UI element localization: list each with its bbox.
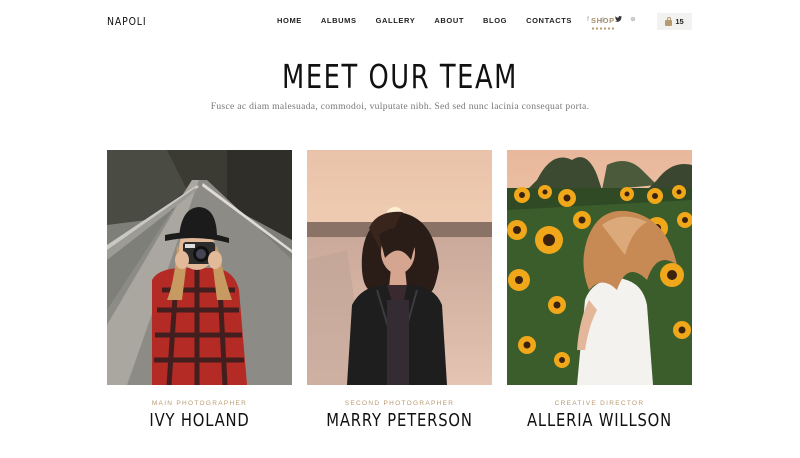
facebook-icon[interactable]: f — [585, 16, 591, 23]
twitter-icon[interactable] — [615, 16, 622, 23]
team-role: CREATIVE DIRECTOR — [554, 400, 645, 407]
cart-button[interactable]: 15 — [657, 13, 692, 30]
team-photo-ivy[interactable] — [107, 150, 292, 385]
cart-count: 15 — [675, 17, 684, 26]
site-header: NAPOLI HOME ALBUMS GALLERY ABOUT BLOG CO… — [0, 0, 800, 42]
team-role: MAIN PHOTOGRAPHER — [151, 400, 248, 407]
nav-item-gallery[interactable]: GALLERY — [376, 16, 416, 25]
nav-item-about[interactable]: ABOUT — [434, 16, 464, 25]
dribbble-icon[interactable]: ⊕ — [630, 16, 636, 23]
nav-item-albums[interactable]: ALBUMS — [321, 16, 357, 25]
shopping-bag-icon — [665, 16, 673, 26]
team-card: SECOND PHOTOGRAPHER MARRY PETERSON — [307, 150, 492, 431]
team-name[interactable]: IVY HOLAND — [124, 410, 276, 431]
team-card: CREATIVE DIRECTOR ALLERIA WILLSON — [507, 150, 692, 431]
page-subtitle: Fusce ac diam malesuada, commodoi, vulpu… — [210, 101, 590, 112]
nav-item-contacts[interactable]: CONTACTS — [526, 16, 572, 25]
team-name[interactable]: ALLERIA WILLSON — [524, 410, 676, 431]
team-photo-alleria[interactable] — [507, 150, 692, 385]
page-title: MEET OUR TEAM — [282, 57, 518, 96]
nav-item-home[interactable]: HOME — [277, 16, 302, 25]
team-name[interactable]: MARRY PETERSON — [324, 410, 476, 431]
social-links: f p ⊕ — [585, 16, 636, 23]
team-role: SECOND PHOTOGRAPHER — [344, 400, 455, 407]
site-logo[interactable]: NAPOLI — [107, 15, 146, 28]
pinterest-icon[interactable]: p — [600, 16, 606, 23]
team-card: MAIN PHOTOGRAPHER IVY HOLAND — [107, 150, 292, 431]
nav-item-blog[interactable]: BLOG — [483, 16, 507, 25]
main-nav: HOME ALBUMS GALLERY ABOUT BLOG CONTACTS … — [277, 16, 634, 30]
team-photo-marry[interactable] — [307, 150, 492, 385]
